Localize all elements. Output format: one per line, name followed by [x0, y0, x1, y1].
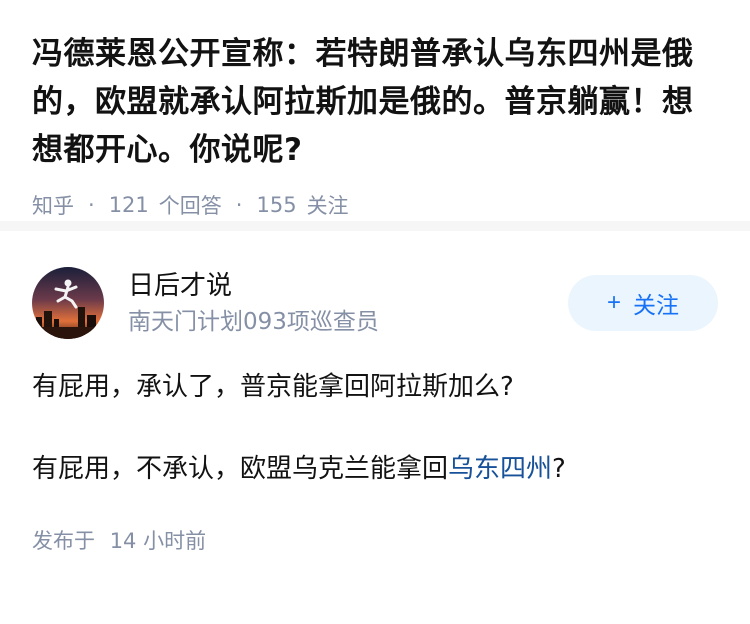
answer-count: 121 — [108, 193, 149, 217]
author-row: 日后才说 南天门计划093项巡查员 + 关注 — [32, 231, 718, 349]
publish-label: 发布于 — [32, 529, 95, 553]
follow-button-label: 关注 — [633, 292, 679, 318]
source-label: 知乎 — [32, 194, 74, 218]
follow-count: 155 — [256, 193, 297, 217]
paragraph-text: 有屁用，不承认，欧盟乌克兰能拿回 — [32, 454, 449, 484]
plus-icon: + — [606, 289, 621, 316]
answer-content: 有屁用，承认了，普京能拿回阿拉斯加么? 有屁用，不承认，欧盟乌克兰能拿回乌东四州… — [32, 367, 718, 489]
answer-card: 日后才说 南天门计划093项巡查员 + 关注 有屁用，承认了，普京能拿回阿拉斯加… — [0, 231, 750, 555]
paragraph-text: ? — [552, 454, 566, 484]
question-title[interactable]: 冯德莱恩公开宣称：若特朗普承认乌东四州是俄的，欧盟就承认阿拉斯加是俄的。普京躺赢… — [32, 30, 718, 174]
avatar[interactable] — [32, 267, 104, 339]
publish-time: 发布于 14 小时前 — [32, 525, 718, 555]
follow-count-label: 关注 — [306, 194, 349, 218]
publish-time-value: 14 小时前 — [109, 529, 207, 553]
separator-dot: · — [88, 193, 95, 217]
author-info: 日后才说 南天门计划093项巡查员 — [128, 269, 568, 337]
answer-paragraph: 有屁用，承认了，普京能拿回阿拉斯加么? — [32, 372, 514, 402]
question-header: 冯德莱恩公开宣称：若特朗普承认乌东四州是俄的，欧盟就承认阿拉斯加是俄的。普京躺赢… — [0, 0, 750, 221]
topic-link[interactable]: 乌东四州 — [448, 454, 552, 484]
avatar-image — [32, 267, 104, 339]
answer-count-label: 个回答 — [158, 194, 222, 218]
section-divider — [0, 221, 750, 231]
question-meta: 知乎 · 121 个回答 · 155 关注 — [32, 190, 718, 220]
answer-paragraph: 有屁用，不承认，欧盟乌克兰能拿回乌东四州? — [32, 449, 718, 489]
author-bio: 南天门计划093项巡查员 — [128, 309, 379, 335]
follow-button[interactable]: + 关注 — [568, 275, 718, 331]
author-name[interactable]: 日后才说 — [128, 269, 568, 303]
separator-dot: · — [235, 193, 243, 217]
